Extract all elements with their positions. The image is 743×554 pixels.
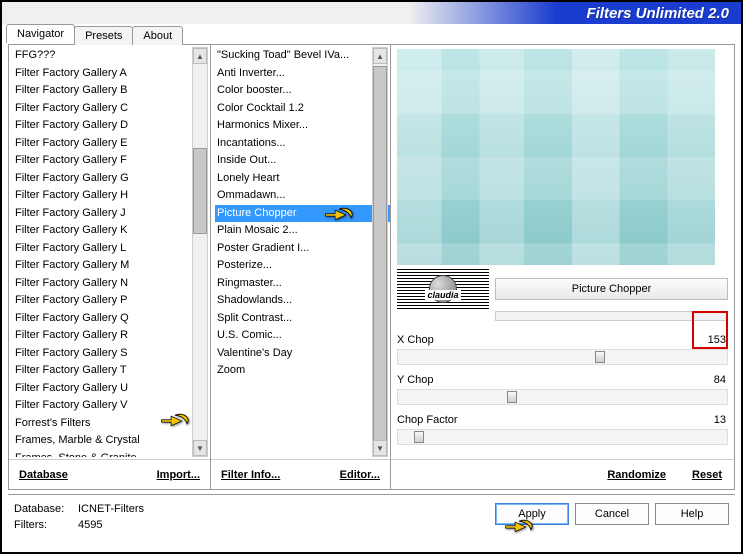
randomize-button[interactable]: Randomize [603,467,670,483]
list-item[interactable]: Filter Factory Gallery J [13,205,210,223]
list-item[interactable]: Lonely Heart [215,170,390,188]
current-filter-name: Picture Chopper [495,278,728,300]
list-item[interactable]: Filter Factory Gallery K [13,222,210,240]
list-item[interactable]: Zoom [215,362,390,380]
list-item[interactable]: Filter Factory Gallery R [13,327,210,345]
preview-buttons: Randomize Reset [391,459,734,489]
list-item[interactable]: Ringmaster... [215,275,390,293]
list-item[interactable]: Filter Factory Gallery A [13,65,210,83]
list-item[interactable]: Filter Factory Gallery T [13,362,210,380]
scroll-down-icon[interactable]: ▼ [193,440,207,456]
import-button[interactable]: Import... [153,467,204,483]
list-item[interactable]: Frames, Marble & Crystal [13,432,210,450]
filter-info-button[interactable]: Filter Info... [217,467,284,483]
filter-list[interactable]: "Sucking Toad" Bevel IVa...Anti Inverter… [215,47,390,457]
param-row: X Chop153 [397,329,728,351]
list-item[interactable]: Ommadawn... [215,187,390,205]
param-label: Chop Factor [397,414,692,426]
list-item[interactable]: Filter Factory Gallery M [13,257,210,275]
param-row: Chop Factor13 [397,409,728,431]
main-panel: FFG???Filter Factory Gallery AFilter Fac… [8,44,735,490]
tab-strip: Navigator Presets About [6,24,182,43]
list-item[interactable]: Filter Factory Gallery V [13,397,210,415]
list-item[interactable]: Forrest's Filters [13,415,210,433]
parameter-panel: X Chop153 Y Chop84 Chop Factor13 [397,329,728,449]
list-item[interactable]: Filter Factory Gallery C [13,100,210,118]
preview-column: claudia Picture Chopper X Chop153 Y Chop8… [391,45,734,489]
scroll-down-icon[interactable]: ▼ [373,440,387,456]
list-item[interactable]: Split Contrast... [215,310,390,328]
list-item[interactable]: Filter Factory Gallery U [13,380,210,398]
list-item[interactable]: Inside Out... [215,152,390,170]
list-item[interactable]: Filter Factory Gallery L [13,240,210,258]
logo-text: claudia [425,290,460,300]
list-item[interactable]: Filter Factory Gallery N [13,275,210,293]
title-bar: Filters Unlimited 2.0 [2,2,741,24]
tab-about[interactable]: About [132,26,183,45]
list-item[interactable]: Filter Factory Gallery B [13,82,210,100]
list-item[interactable]: Picture Chopper [215,205,390,223]
scroll-thumb[interactable] [373,66,387,446]
list-item[interactable]: Filter Factory Gallery S [13,345,210,363]
param-label: Y Chop [397,374,692,386]
list-item[interactable]: Filter Factory Gallery P [13,292,210,310]
list-item[interactable]: Posterize... [215,257,390,275]
tab-navigator[interactable]: Navigator [6,24,75,43]
scroll-up-icon[interactable]: ▲ [373,48,387,64]
list-item[interactable]: FFG??? [13,47,210,65]
list-item[interactable]: Plain Mosaic 2... [215,222,390,240]
filter-scrollbar[interactable]: ▲ ▼ [372,47,388,457]
apply-button[interactable]: Apply [495,503,569,525]
list-item[interactable]: Filter Factory Gallery D [13,117,210,135]
list-item[interactable]: Frames, Stone & Granite [13,450,210,458]
reset-button[interactable]: Reset [688,467,726,483]
list-item[interactable]: Harmonics Mixer... [215,117,390,135]
param-value: 84 [692,374,728,386]
status-db-value: ICNET-Filters [78,503,144,515]
list-item[interactable]: Filter Factory Gallery E [13,135,210,153]
status-text: Database:ICNET-Filters Filters:4595 [8,497,150,537]
list-item[interactable]: Color booster... [215,82,390,100]
help-button[interactable]: Help [655,503,729,525]
category-buttons: Database Import... [9,459,210,489]
tab-presets[interactable]: Presets [74,26,133,45]
status-db-label: Database: [14,501,78,517]
param-slider[interactable] [397,429,728,445]
list-item[interactable]: Valentine's Day [215,345,390,363]
list-item[interactable]: Incantations... [215,135,390,153]
list-item[interactable]: U.S. Comic... [215,327,390,345]
list-item[interactable]: Filter Factory Gallery Q [13,310,210,328]
param-row: Y Chop84 [397,369,728,391]
category-scrollbar[interactable]: ▲ ▼ [192,47,208,457]
bottom-bar: Database:ICNET-Filters Filters:4595 Appl… [8,494,735,548]
param-slider[interactable] [397,389,728,405]
cancel-button[interactable]: Cancel [575,503,649,525]
list-item[interactable]: Shadowlands... [215,292,390,310]
list-item[interactable]: "Sucking Toad" Bevel IVa... [215,47,390,65]
app-title: Filters Unlimited 2.0 [586,5,729,22]
param-value: 13 [692,414,728,426]
filter-column: "Sucking Toad" Bevel IVa...Anti Inverter… [211,45,391,489]
list-item[interactable]: Filter Factory Gallery H [13,187,210,205]
vendor-logo: claudia [397,269,489,309]
status-filters-value: 4595 [78,519,102,531]
database-button[interactable]: Database [15,467,72,483]
list-item[interactable]: Anti Inverter... [215,65,390,83]
category-column: FFG???Filter Factory Gallery AFilter Fac… [9,45,211,489]
editor-button[interactable]: Editor... [336,467,384,483]
scroll-up-icon[interactable]: ▲ [193,48,207,64]
list-item[interactable]: Poster Gradient I... [215,240,390,258]
filter-buttons: Filter Info... Editor... [211,459,390,489]
category-list[interactable]: FFG???Filter Factory Gallery AFilter Fac… [13,47,210,457]
scroll-thumb[interactable] [193,148,207,234]
annotation-highlight [692,311,728,349]
preview-image [397,49,715,265]
list-item[interactable]: Color Cocktail 1.2 [215,100,390,118]
list-item[interactable]: Filter Factory Gallery G [13,170,210,188]
list-item[interactable]: Filter Factory Gallery F [13,152,210,170]
param-label: X Chop [397,334,692,346]
param-slider[interactable] [397,349,728,365]
status-filters-label: Filters: [14,517,78,533]
